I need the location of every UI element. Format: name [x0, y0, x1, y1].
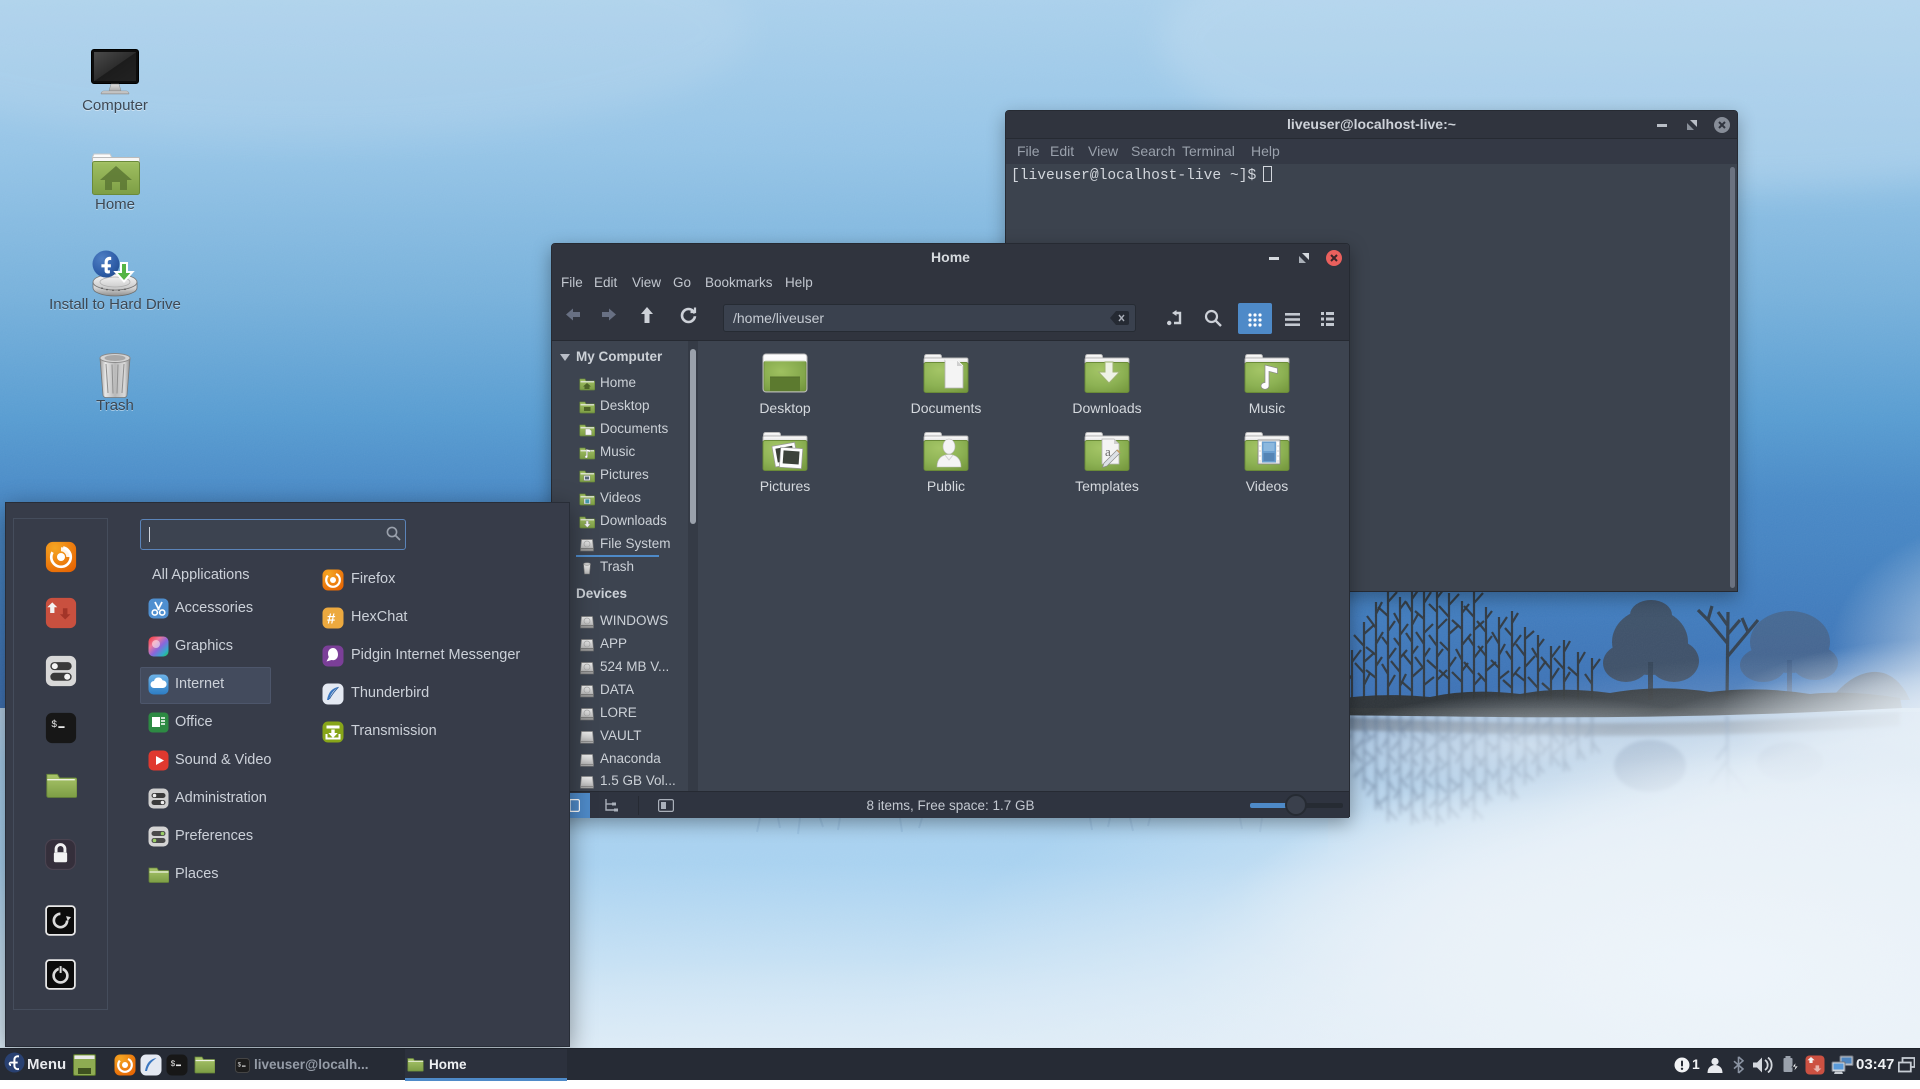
svg-text:#: #	[327, 611, 336, 628]
svg-text:$: $	[171, 1060, 176, 1069]
svg-text:$: $	[51, 719, 57, 730]
svg-text:$: $	[238, 1062, 242, 1069]
